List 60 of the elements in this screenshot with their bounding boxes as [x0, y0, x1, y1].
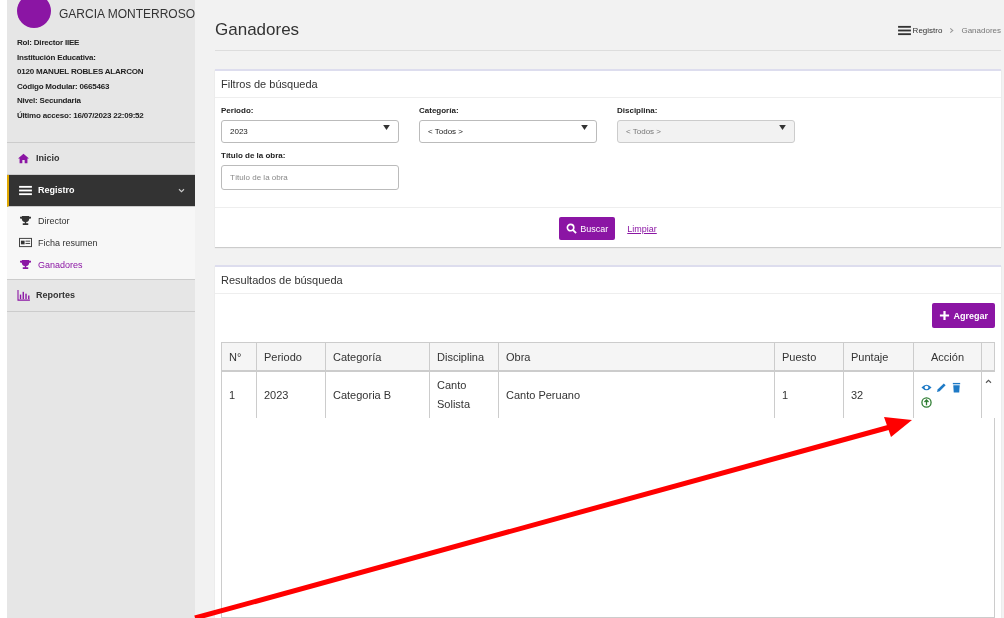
user-info: Institución Educativa:	[17, 52, 97, 62]
column-header: Puntaje	[843, 342, 914, 371]
plus-icon	[939, 310, 951, 321]
table-cell: Categoria B	[325, 371, 430, 418]
user-name: GARCIA MONTERROSO	[59, 7, 195, 21]
nav-subitem[interactable]: Ficha resumen	[7, 231, 195, 254]
select-field[interactable]: < Todos >	[419, 120, 597, 143]
field-label: Disciplina:	[617, 106, 659, 115]
column-header: Disciplina	[429, 342, 499, 371]
table-cell: Canto Peruano	[498, 371, 775, 418]
breadcrumb-current: Ganadores	[961, 25, 1001, 35]
column-header: N°	[221, 342, 257, 371]
dropdown-arrow-icon	[383, 125, 390, 130]
scroll-up-icon	[984, 379, 992, 384]
user-info: Rol: Director IIEE	[17, 38, 81, 47]
column-header: Acción	[913, 342, 982, 371]
panel-title: Filtros de búsqueda	[215, 71, 1001, 98]
table-cell: Canto Solista	[429, 371, 499, 418]
trash-icon[interactable]	[951, 382, 962, 393]
home-icon	[17, 152, 30, 164]
table-cell: 1	[774, 371, 844, 418]
pencil-icon[interactable]	[936, 382, 947, 393]
field-label: Periodo:	[221, 106, 255, 115]
column-header: Categoría	[325, 342, 430, 371]
breadcrumb-link[interactable]: Registro	[897, 24, 943, 36]
search-button[interactable]: Buscar	[559, 217, 616, 240]
upload-icon[interactable]	[921, 397, 932, 408]
user-info: Último acceso: 16/07/2023 22:09:52	[17, 110, 145, 120]
nav-item[interactable]: Registro	[7, 174, 195, 207]
bar-chart-icon	[17, 289, 30, 301]
search-icon	[566, 223, 578, 234]
panel-title: Resultados de búsqueda	[215, 267, 1001, 294]
id-card-icon	[19, 237, 32, 248]
trophy-icon	[19, 215, 32, 226]
user-info: Código Modular: 0665463	[17, 81, 111, 91]
page-title: Ganadores	[215, 20, 300, 40]
trophy-icon	[19, 259, 32, 270]
table-cell: 1	[221, 371, 257, 418]
add-button[interactable]: Agregar	[932, 303, 995, 328]
nav-subitem[interactable]: Director	[7, 209, 195, 232]
menu-icon	[897, 24, 911, 36]
column-header: Obra	[498, 342, 775, 371]
dropdown-arrow-icon	[581, 125, 588, 130]
title-input[interactable]: Título de la obra	[221, 165, 399, 190]
field-label: Categoría:	[419, 106, 460, 115]
eye-icon[interactable]	[921, 382, 932, 393]
user-info: Nivel: Secundaria	[17, 96, 82, 105]
dropdown-arrow-icon	[779, 125, 786, 130]
user-info: 0120 MANUEL ROBLES ALARCON	[17, 67, 145, 76]
table-cell: 2023	[256, 371, 326, 418]
clear-link[interactable]: Limpiar	[627, 223, 657, 234]
column-header: Puesto	[774, 342, 844, 371]
chevron-icon	[178, 187, 185, 193]
menu-icon	[19, 184, 32, 196]
nav-subitem[interactable]: Ganadores	[7, 253, 195, 276]
select-field[interactable]: 2023	[221, 120, 399, 143]
breadcrumb-separator-icon	[948, 27, 956, 33]
avatar-icon	[17, 0, 51, 28]
field-label: Título de la obra:	[221, 151, 287, 160]
column-header: Periodo	[256, 342, 326, 371]
